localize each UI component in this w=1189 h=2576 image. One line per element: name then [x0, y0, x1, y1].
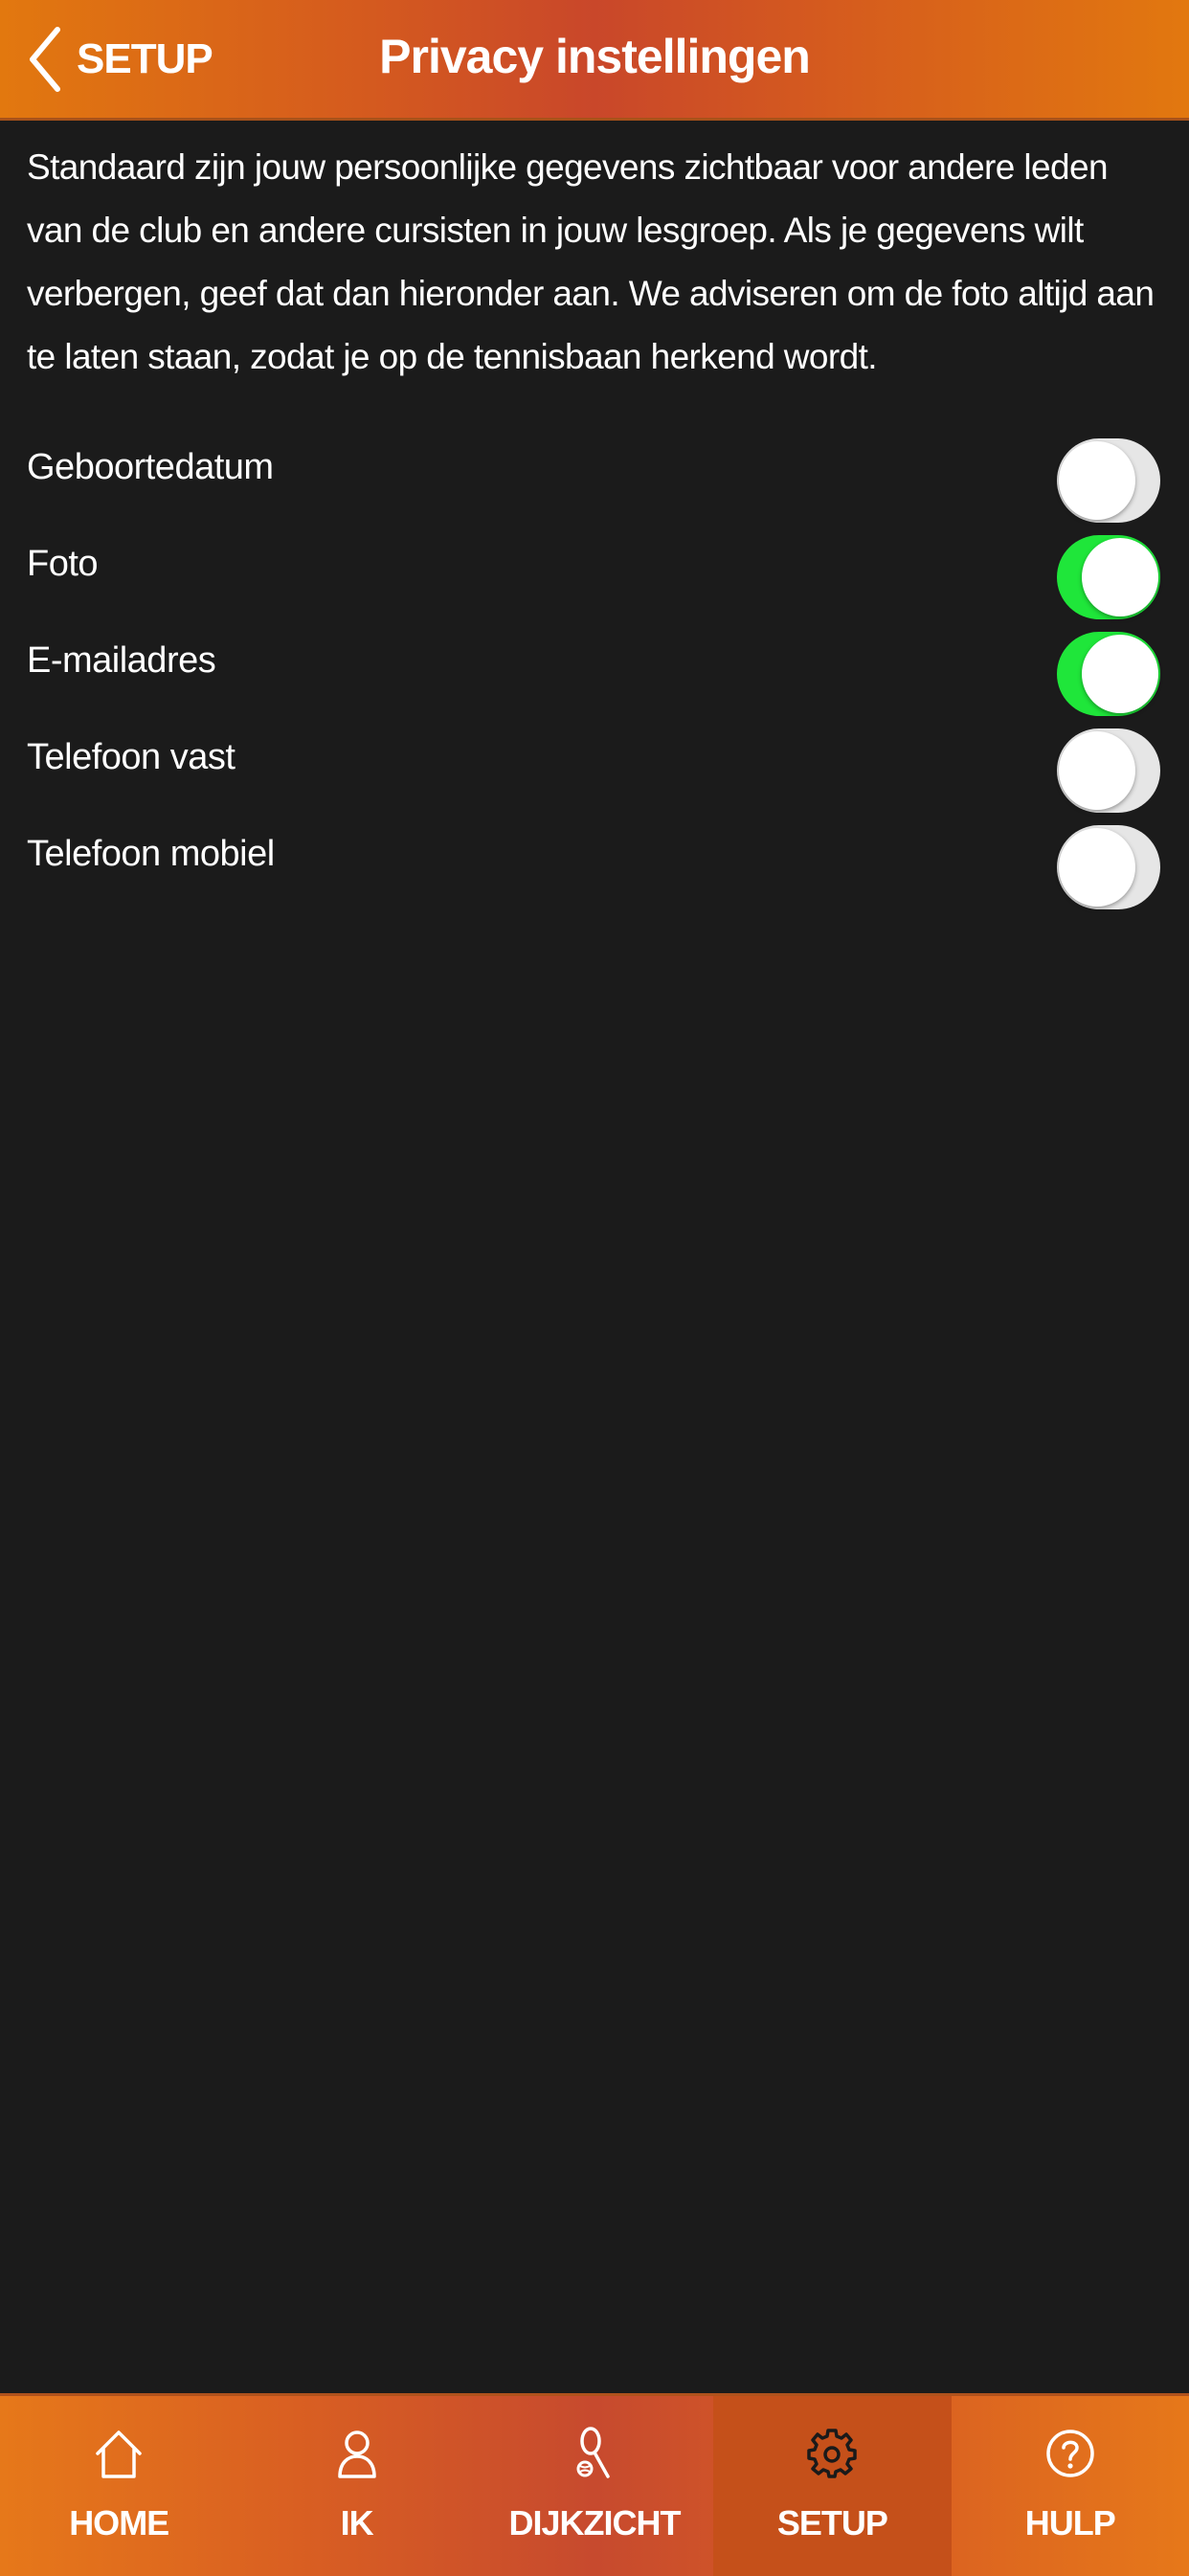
- emailadres-toggle[interactable]: [1057, 632, 1160, 716]
- home-icon: [96, 2430, 142, 2478]
- setting-row-emailadres: E-mailadres: [0, 625, 1189, 722]
- setting-label: Foto: [27, 544, 99, 584]
- toggle-knob: [1059, 441, 1135, 520]
- setting-label: Telefoon vast: [27, 737, 236, 777]
- tab-setup[interactable]: SETUP: [713, 2396, 952, 2576]
- intro-text: Standaard zijn jouw persoonlijke gegeven…: [27, 147, 1155, 376]
- tab-ik[interactable]: IK: [237, 2396, 475, 2576]
- tab-home[interactable]: HOME: [0, 2396, 237, 2576]
- telefoon-mobiel-toggle[interactable]: [1057, 825, 1160, 909]
- telefoon-vast-toggle[interactable]: [1057, 728, 1160, 813]
- setting-label: E-mailadres: [27, 640, 216, 681]
- setting-row-geboortedatum: Geboortedatum: [0, 432, 1189, 528]
- setting-label: Geboortedatum: [27, 447, 274, 487]
- tab-dijkzicht[interactable]: DIJKZICHT: [476, 2396, 713, 2576]
- toggle-knob: [1059, 828, 1135, 907]
- privacy-settings-list: Geboortedatum Foto E-mailadres Telefoon …: [0, 432, 1189, 915]
- tab-bar: HOME IK DIJKZICHT SETUP HULP: [0, 2393, 1189, 2576]
- foto-toggle[interactable]: [1057, 535, 1160, 619]
- tab-label: IK: [340, 2503, 374, 2542]
- tab-label: DIJKZICHT: [508, 2503, 681, 2542]
- toggle-knob: [1082, 635, 1158, 713]
- tab-hulp[interactable]: HULP: [952, 2396, 1189, 2576]
- toggle-knob: [1082, 538, 1158, 616]
- setting-label: Telefoon mobiel: [27, 834, 275, 874]
- tennis-racket-icon: [576, 2427, 610, 2478]
- person-icon: [337, 2430, 376, 2478]
- tab-label: HULP: [1024, 2503, 1116, 2542]
- gear-icon: [807, 2429, 858, 2478]
- help-icon: [1046, 2430, 1094, 2477]
- toggle-knob: [1059, 731, 1135, 810]
- geboortedatum-toggle[interactable]: [1057, 438, 1160, 523]
- header-bar: SETUP Privacy instellingen: [0, 0, 1189, 121]
- setting-row-foto: Foto: [0, 528, 1189, 625]
- setting-row-telefoon-vast: Telefoon vast: [0, 722, 1189, 818]
- tab-label: SETUP: [776, 2503, 888, 2542]
- setting-row-telefoon-mobiel: Telefoon mobiel: [0, 818, 1189, 915]
- tab-label: HOME: [69, 2503, 169, 2542]
- page-title: Privacy instellingen: [379, 30, 811, 83]
